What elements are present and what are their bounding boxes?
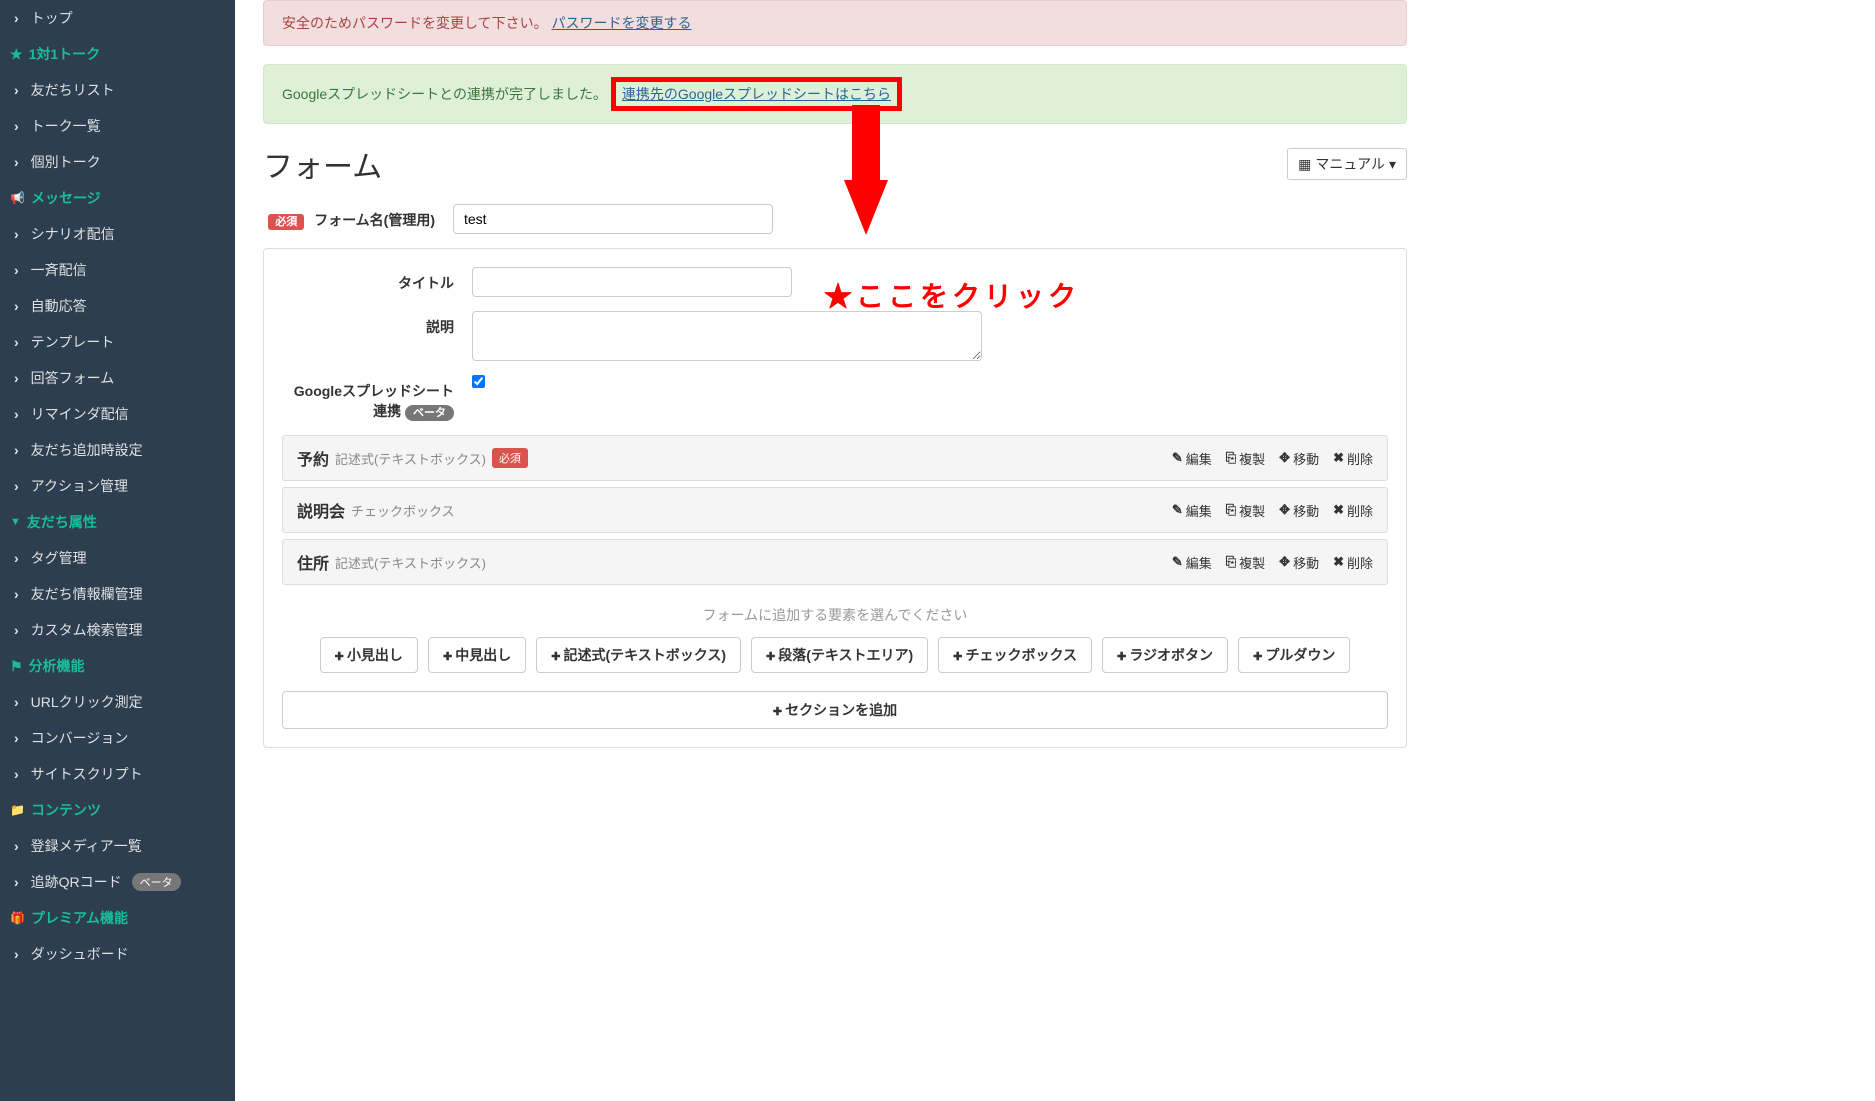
field-row: 住所 記述式(テキストボックス) ✎編集 ⎘複製 ✥移動 ✖削除 <box>282 539 1388 585</box>
field-type: 記述式(テキストボックス) <box>335 449 486 468</box>
field-type: チェックボックス <box>351 501 455 520</box>
delete-button[interactable]: ✖削除 <box>1333 449 1373 468</box>
nav-template[interactable]: テンプレート <box>0 324 235 360</box>
title-input[interactable] <box>472 267 792 297</box>
add-element-button[interactable]: チェックボックス <box>938 637 1092 673</box>
nav-friend-info[interactable]: 友だち情報欄管理 <box>0 576 235 612</box>
add-element-button[interactable]: 段落(テキストエリア) <box>751 637 928 673</box>
desc-label: 説明 <box>282 311 472 337</box>
beta-badge: ベータ <box>132 873 181 891</box>
nav-top[interactable]: トップ <box>0 0 235 36</box>
gsheet-checkbox[interactable] <box>472 375 485 388</box>
add-section-button[interactable]: セクションを追加 <box>282 691 1388 729</box>
beta-badge: ベータ <box>405 405 454 421</box>
close-icon: ✖ <box>1333 502 1344 518</box>
nav-header-premium: プレミアム機能 <box>0 900 235 936</box>
nav-dashboard[interactable]: ダッシュボード <box>0 936 235 972</box>
move-button[interactable]: ✥移動 <box>1279 449 1319 468</box>
success-alert: Googleスプレッドシートとの連携が完了しました。 連携先のGoogleスプレ… <box>263 64 1407 124</box>
move-icon: ✥ <box>1279 502 1290 518</box>
nav-header-attr: 友だち属性 <box>0 504 235 540</box>
add-element-button[interactable]: 中見出し <box>428 637 526 673</box>
nav-site-script[interactable]: サイトスクリプト <box>0 756 235 792</box>
nav-header-message: メッセージ <box>0 180 235 216</box>
success-text: Googleスプレッドシートとの連携が完了しました。 <box>282 86 607 102</box>
edit-button[interactable]: ✎編集 <box>1172 501 1212 520</box>
nav-header-contents: コンテンツ <box>0 792 235 828</box>
nav-indiv-talk[interactable]: 個別トーク <box>0 144 235 180</box>
copy-icon: ⎘ <box>1226 554 1236 570</box>
page-title: フォーム <box>263 142 382 186</box>
pencil-icon: ✎ <box>1172 450 1183 466</box>
close-icon: ✖ <box>1333 554 1344 570</box>
form-name-input[interactable] <box>453 204 773 234</box>
nav-broadcast[interactable]: 一斉配信 <box>0 252 235 288</box>
required-badge: 必須 <box>492 448 528 468</box>
nav-autoreply[interactable]: 自動応答 <box>0 288 235 324</box>
copy-button[interactable]: ⎘複製 <box>1226 553 1265 572</box>
nav-custom-search[interactable]: カスタム検索管理 <box>0 612 235 648</box>
nav-answer-form[interactable]: 回答フォーム <box>0 360 235 396</box>
copy-icon: ⎘ <box>1226 450 1236 466</box>
annotation-arrowhead <box>844 180 888 235</box>
sidebar: トップ 1対1トーク 友だちリスト トーク一覧 個別トーク メッセージ シナリオ… <box>0 0 235 1101</box>
copy-button[interactable]: ⎘複製 <box>1226 449 1265 468</box>
caret-down-icon: ▾ <box>1389 156 1396 173</box>
field-row: 予約 記述式(テキストボックス) 必須 ✎編集 ⎘複製 ✥移動 ✖削除 <box>282 435 1388 481</box>
password-alert: 安全のためパスワードを変更して下さい。 パスワードを変更する <box>263 0 1407 46</box>
manual-button[interactable]: ▦ マニュアル ▾ <box>1287 148 1407 180</box>
nav-media[interactable]: 登録メディア一覧 <box>0 828 235 864</box>
nav-tag[interactable]: タグ管理 <box>0 540 235 576</box>
add-element-prompt: フォームに追加する要素を選んでください <box>282 605 1388 625</box>
nav-action-mgmt[interactable]: アクション管理 <box>0 468 235 504</box>
change-password-link[interactable]: パスワードを変更する <box>551 15 691 31</box>
delete-button[interactable]: ✖削除 <box>1333 553 1373 572</box>
gsheet-label: Googleスプレッドシート連携 ベータ <box>282 375 472 421</box>
copy-icon: ⎘ <box>1226 502 1236 518</box>
add-element-button[interactable]: ラジオボタン <box>1102 637 1228 673</box>
close-icon: ✖ <box>1333 450 1344 466</box>
nav-scenario[interactable]: シナリオ配信 <box>0 216 235 252</box>
nav-friend-add[interactable]: 友だち追加時設定 <box>0 432 235 468</box>
delete-button[interactable]: ✖削除 <box>1333 501 1373 520</box>
nav-header-talk: 1対1トーク <box>0 36 235 72</box>
nav-qr[interactable]: 追跡QRコードベータ <box>0 864 235 900</box>
pencil-icon: ✎ <box>1172 554 1183 570</box>
nav-conversion[interactable]: コンバージョン <box>0 720 235 756</box>
add-element-button[interactable]: 記述式(テキストボックス) <box>536 637 741 673</box>
pencil-icon: ✎ <box>1172 502 1183 518</box>
title-label: タイトル <box>282 267 472 293</box>
nav-friends[interactable]: 友だちリスト <box>0 72 235 108</box>
add-element-button[interactable]: 小見出し <box>320 637 418 673</box>
move-button[interactable]: ✥移動 <box>1279 501 1319 520</box>
alert-text: 安全のためパスワードを変更して下さい。 <box>282 15 548 31</box>
add-element-button[interactable]: プルダウン <box>1238 637 1350 673</box>
nav-reminder[interactable]: リマインダ配信 <box>0 396 235 432</box>
annotation-arrow <box>852 105 880 185</box>
form-panel: タイトル 説明 Googleスプレッドシート連携 ベータ 予約 記述式(テキスト… <box>263 248 1407 748</box>
desc-textarea[interactable] <box>472 311 982 361</box>
field-name: 予約 <box>297 446 329 470</box>
required-badge: 必須 <box>268 214 304 230</box>
edit-button[interactable]: ✎編集 <box>1172 449 1212 468</box>
move-icon: ✥ <box>1279 554 1290 570</box>
nav-url-click[interactable]: URLクリック測定 <box>0 684 235 720</box>
move-button[interactable]: ✥移動 <box>1279 553 1319 572</box>
edit-button[interactable]: ✎編集 <box>1172 553 1212 572</box>
field-row: 説明会 チェックボックス ✎編集 ⎘複製 ✥移動 ✖削除 <box>282 487 1388 533</box>
move-icon: ✥ <box>1279 450 1290 466</box>
main-content: 安全のためパスワードを変更して下さい。 パスワードを変更する Googleスプレ… <box>235 0 1435 1101</box>
nav-header-analytics: 分析機能 <box>0 648 235 684</box>
form-name-label: 必須 フォーム名(管理用) <box>263 204 453 230</box>
field-name: 説明会 <box>297 498 345 522</box>
field-type: 記述式(テキストボックス) <box>335 553 486 572</box>
field-name: 住所 <box>297 550 329 574</box>
spreadsheet-link[interactable]: 連携先のGoogleスプレッドシートはこちら <box>622 86 891 102</box>
nav-talk-list[interactable]: トーク一覧 <box>0 108 235 144</box>
book-icon: ▦ <box>1298 156 1311 173</box>
copy-button[interactable]: ⎘複製 <box>1226 501 1265 520</box>
